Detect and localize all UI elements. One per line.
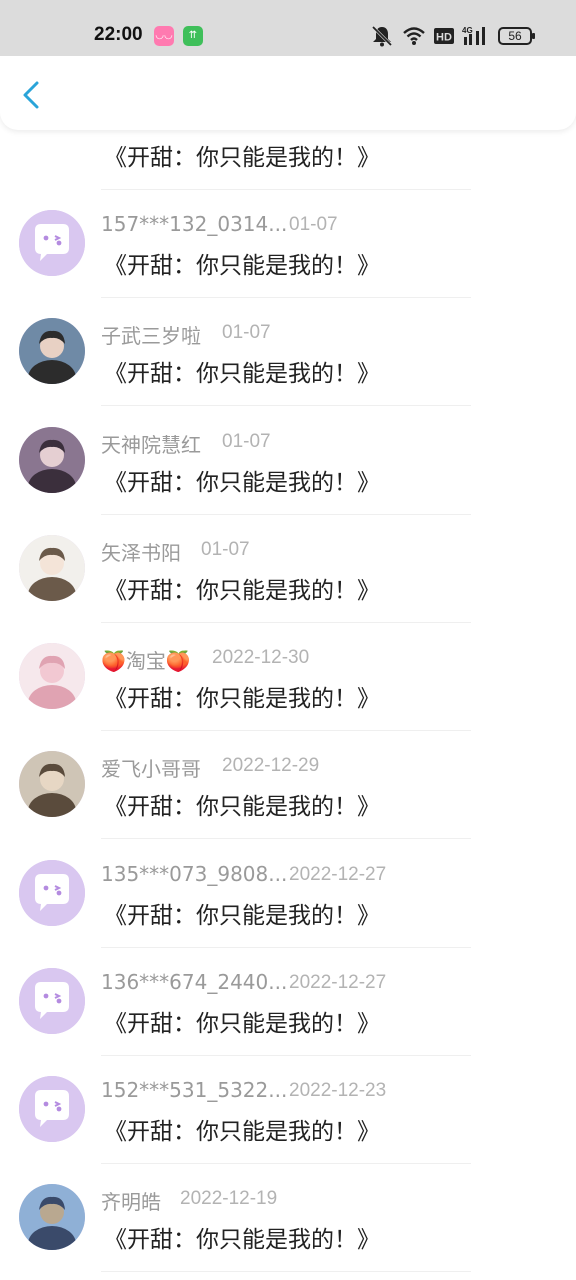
avatar[interactable]: [19, 643, 85, 709]
signal-4g-icon: 4G: [462, 26, 485, 45]
comment-date: 2022-12-27: [289, 972, 387, 993]
comment-item[interactable]: 子武三岁啦 01-07 《开甜：你只能是我的！》: [0, 298, 576, 406]
comment-item[interactable]: 爱飞小哥哥 2022-12-29 《开甜：你只能是我的！》: [0, 731, 576, 839]
comment-message: 《开甜：你只能是我的！》: [104, 903, 380, 929]
comment-date: 01-07: [222, 431, 271, 452]
bilibili-app-icon: ◡◡: [154, 26, 174, 46]
comment-message: 《开甜：你只能是我的！》: [104, 1227, 380, 1253]
comment-date: 01-07: [222, 322, 271, 343]
comment-item[interactable]: 135***073_9808... 2022-12-27 《开甜：你只能是我的！》: [0, 840, 576, 948]
comment-item[interactable]: 齐明皓 2022-12-19 《开甜：你只能是我的！》: [0, 1164, 576, 1272]
avatar[interactable]: [19, 751, 85, 817]
avatar[interactable]: [19, 968, 85, 1034]
battery-icon: 56: [498, 27, 535, 45]
status-time: 22:00: [94, 24, 143, 45]
comment-item[interactable]: 🍑淘宝🍑 2022-12-30 《开甜：你只能是我的！》: [0, 623, 576, 731]
comment-date: 01-07: [201, 539, 250, 560]
username[interactable]: 矢泽书阳: [101, 537, 181, 566]
comment-message: 《开甜：你只能是我的！》: [104, 1011, 380, 1037]
svg-text:4G: 4G: [462, 26, 473, 35]
comment-date: 2022-12-27: [289, 864, 387, 885]
svg-text:HD: HD: [436, 32, 452, 44]
divider: [101, 1271, 471, 1272]
comment-message: 《开甜：你只能是我的！》: [104, 361, 380, 387]
comment-date: 2022-12-19: [180, 1188, 278, 1209]
comment-date: 2022-12-29: [222, 755, 320, 776]
avatar[interactable]: [19, 1076, 85, 1142]
username[interactable]: 齐明皓: [101, 1186, 161, 1215]
comment-item[interactable]: 矢泽书阳 01-07 《开甜：你只能是我的！》: [0, 515, 576, 623]
wifi-icon: [403, 27, 425, 45]
username[interactable]: 152***531_5322...: [101, 1078, 287, 1102]
avatar[interactable]: [19, 535, 85, 601]
comment-date: 2022-12-23: [289, 1080, 387, 1101]
comment-message: 《开甜：你只能是我的！》: [104, 470, 380, 496]
comment-item[interactable]: 157***132_0314... 01-07 《开甜：你只能是我的！》: [0, 190, 576, 298]
comment-message: 《开甜：你只能是我的！》: [104, 253, 380, 279]
comment-item[interactable]: 136***674_2440... 2022-12-27 《开甜：你只能是我的！》: [0, 948, 576, 1056]
username[interactable]: 爱飞小哥哥: [101, 753, 201, 782]
divider: [101, 838, 471, 839]
comment-date: 2022-12-30: [212, 647, 310, 668]
comment-message: 《开甜：你只能是我的！》: [104, 1119, 380, 1145]
hd-icon: HD: [434, 28, 454, 44]
status-bar: 22:00 ◡◡ ⇈ HD 4G 56: [0, 0, 576, 56]
username[interactable]: 子武三岁啦: [101, 320, 201, 349]
avatar[interactable]: [19, 427, 85, 493]
mute-bell-icon: [371, 25, 393, 47]
comment-date: 01-07: [289, 214, 338, 235]
username[interactable]: 136***674_2440...: [101, 970, 287, 994]
green-app-icon: ⇈: [183, 26, 203, 46]
avatar[interactable]: [19, 1184, 85, 1250]
comment-item[interactable]: 天神院慧红 01-07 《开甜：你只能是我的！》: [0, 407, 576, 515]
comment-item[interactable]: 152***531_5322... 2022-12-23 《开甜：你只能是我的！》: [0, 1056, 576, 1164]
comment-message: 《开甜：你只能是我的！》: [104, 578, 380, 604]
avatar[interactable]: [19, 210, 85, 276]
username[interactable]: 🍑淘宝🍑: [101, 645, 191, 674]
divider: [101, 405, 471, 406]
chevron-left-icon[interactable]: [18, 78, 46, 112]
avatar[interactable]: [19, 860, 85, 926]
nav-bar: [0, 56, 576, 130]
username[interactable]: 天神院慧红: [101, 429, 201, 458]
avatar[interactable]: [19, 318, 85, 384]
battery-level: 56: [508, 29, 522, 43]
comment-message: 《开甜：你只能是我的！》: [104, 686, 380, 712]
username[interactable]: 135***073_9808...: [101, 862, 287, 886]
username[interactable]: 157***132_0314...: [101, 212, 287, 236]
comment-message: 《开甜：你只能是我的！》: [104, 794, 380, 820]
comment-message: 《开甜：你只能是我的！》: [104, 145, 380, 171]
comment-list: 《开甜：你只能是我的！》 157***132_0314... 01-07 《开甜：你只…: [0, 0, 576, 1280]
